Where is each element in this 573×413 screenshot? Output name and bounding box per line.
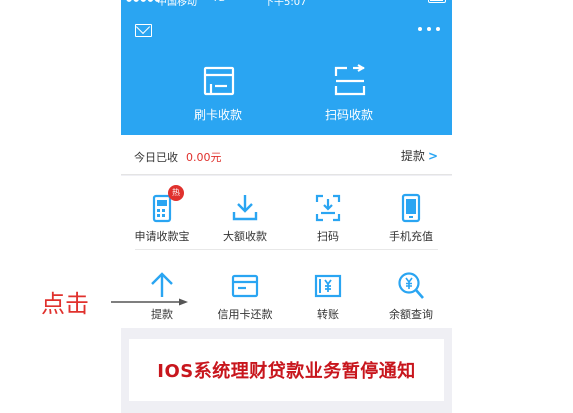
network-label: 4G: [211, 0, 225, 4]
tile-transfer[interactable]: 转账: [287, 254, 369, 324]
withdraw-link-label: 提款: [400, 149, 425, 163]
tile-label: 扫码: [317, 230, 339, 243]
carrier-label: 中国移动: [157, 0, 197, 8]
arrow-up-icon: [151, 272, 173, 297]
tile-phone-recharge[interactable]: 手机充值: [370, 176, 452, 246]
tile-large-payment[interactable]: 大额收款: [204, 176, 286, 246]
income-bar: 今日已收 0.00元 提款 >: [121, 135, 452, 175]
search-yen-icon: [398, 272, 424, 299]
status-time: 下午5:07: [264, 0, 307, 8]
annotation-label: 点击: [41, 290, 89, 318]
scan-frame-icon: [334, 64, 366, 96]
grid-divider: [135, 249, 438, 250]
chevron-right-icon: >: [427, 149, 438, 163]
card-payment-label: 刷卡收款: [193, 108, 242, 122]
tile-label: 手机充值: [389, 230, 433, 243]
notice-title: IOS系统理财贷款业务暂停通知: [157, 361, 416, 382]
credit-card-icon: [231, 274, 259, 298]
scan-payment-button[interactable]: 扫码收款: [299, 62, 399, 126]
today-income-value: 0.00元: [186, 151, 222, 164]
tile-label: 申请收款宝: [134, 230, 190, 243]
today-income-label: 今日已收: [134, 151, 178, 164]
phone-icon: [401, 193, 421, 223]
battery-icon: [428, 0, 446, 3]
tile-credit-card-repay[interactable]: 信用卡还款: [204, 254, 286, 324]
withdraw-link[interactable]: 提款 >: [401, 147, 438, 164]
status-bar: ●●●●● 中国移动 4G 下午5:07: [121, 0, 452, 8]
tile-label: 大额收款: [223, 230, 267, 243]
download-tray-icon: [232, 195, 258, 221]
tile-label: 信用卡还款: [217, 308, 273, 321]
tile-scan[interactable]: 扫码: [287, 176, 369, 246]
tile-label: 提款: [151, 308, 173, 321]
tile-withdraw[interactable]: 提款: [121, 254, 203, 324]
arrow-right-icon: [111, 298, 188, 306]
header: ●●●●● 中国移动 4G 下午5:07 刷卡收款: [121, 0, 452, 135]
transfer-yen-icon: [314, 274, 342, 298]
hot-badge: 热: [168, 185, 184, 201]
card-reader-icon: [203, 66, 235, 96]
screenshot: ●●●●● 中国移动 4G 下午5:07 刷卡收款: [0, 0, 573, 413]
tile-balance-query[interactable]: 余额查询: [370, 254, 452, 324]
tile-label: 转账: [317, 308, 339, 321]
notice-banner[interactable]: IOS系统理财贷款业务暂停通知: [129, 339, 444, 401]
tile-apply-pos[interactable]: 热 申请收款宝: [121, 176, 203, 246]
more-icon[interactable]: [418, 24, 440, 34]
mail-icon[interactable]: [135, 24, 152, 37]
scan-payment-label: 扫码收款: [324, 108, 373, 122]
scan-icon: [315, 194, 341, 222]
card-payment-button[interactable]: 刷卡收款: [168, 62, 268, 126]
phone-screen: ●●●●● 中国移动 4G 下午5:07 刷卡收款: [121, 0, 452, 413]
tile-label: 余额查询: [389, 308, 433, 321]
